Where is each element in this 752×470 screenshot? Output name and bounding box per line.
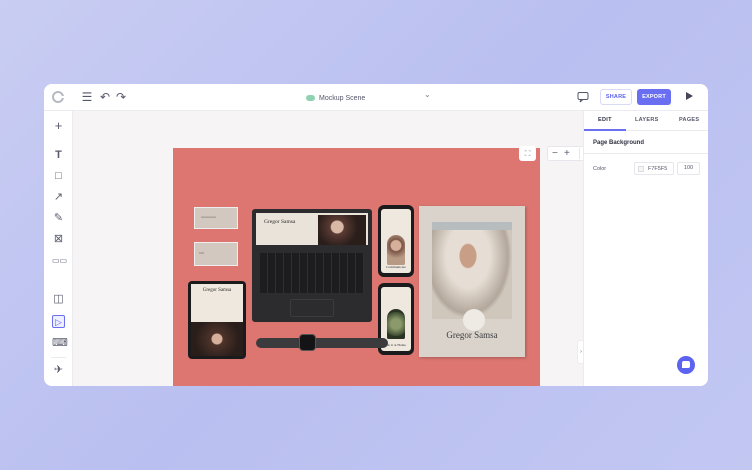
chevron-down-icon[interactable]: ⌄: [424, 90, 431, 99]
laptop-screen-photo: [318, 215, 366, 245]
laptop-screen-title: Gregor Samsa: [264, 219, 296, 225]
right-panel: EDIT LAYERS PAGES Page Background Color …: [583, 111, 708, 386]
panel-tabs: EDIT LAYERS PAGES: [584, 111, 708, 131]
business-card-front[interactable]: ═══════: [194, 207, 238, 229]
pin-icon[interactable]: ✈: [52, 364, 65, 377]
poster-title: Gregor Samsa: [446, 330, 498, 340]
laptop-mockup[interactable]: Gregor Samsa: [252, 209, 372, 322]
smartwatch-mockup[interactable]: [299, 334, 316, 351]
poster-header-bar: [432, 222, 512, 230]
redo-icon[interactable]: ↷: [114, 90, 128, 104]
grid-icon[interactable]: ▭▭: [52, 254, 67, 267]
phone-photo-1: [387, 235, 405, 265]
menu-icon[interactable]: ☰: [80, 90, 94, 104]
undo-icon[interactable]: ↶: [98, 90, 112, 104]
business-card-text: ═══════: [201, 215, 216, 219]
comment-icon[interactable]: [576, 90, 590, 104]
poster-mockup[interactable]: Gregor Samsa: [419, 206, 525, 357]
opacity-field[interactable]: 100: [677, 162, 700, 175]
zoom-out-button[interactable]: −: [552, 147, 558, 160]
keyboard-icon[interactable]: ⌨: [52, 337, 68, 350]
color-swatch[interactable]: [638, 166, 644, 172]
business-card-back[interactable]: ≡≡≡: [194, 242, 238, 266]
section-divider: [584, 153, 708, 154]
pen-icon[interactable]: ✎: [52, 212, 65, 225]
phone-mockup-1[interactable]: Communicate: [378, 205, 414, 277]
left-toolbar: + T □ ↗ ✎ ⊠ ▭▭ ◫ ▷ ⌨ ✈: [44, 111, 73, 386]
cloud-icon: [306, 95, 315, 101]
section-title: Page Background: [593, 140, 645, 146]
document-title-text: Mockup Scene: [319, 94, 366, 102]
tablet-photo: [191, 322, 243, 356]
color-label: Color: [593, 166, 607, 172]
logo-icon[interactable]: [52, 91, 64, 103]
watch-band[interactable]: [256, 338, 388, 348]
plus-icon[interactable]: +: [52, 119, 65, 132]
top-bar: ☰ ↶ ↷ Mockup Scene ⌄ SHARE EXPORT: [44, 84, 708, 111]
poster-photo: [432, 222, 512, 319]
export-button[interactable]: EXPORT: [637, 89, 671, 105]
rectangle-icon[interactable]: □: [52, 170, 65, 183]
phone-caption-1: Communicate: [386, 265, 406, 269]
arrow-icon[interactable]: ↗: [52, 191, 65, 204]
tablet-screen: Gregor Samsa: [191, 284, 243, 356]
laptop-trackpad: [290, 299, 334, 317]
active-tab-indicator: [584, 129, 626, 131]
laptop-keyboard: [260, 253, 364, 293]
toolbar-divider: [51, 357, 66, 358]
tab-pages[interactable]: PAGES: [679, 117, 699, 123]
text-icon[interactable]: T: [52, 149, 65, 162]
zoom-in-button[interactable]: +: [564, 147, 570, 160]
laptop-screen: Gregor Samsa: [256, 213, 368, 245]
document-title[interactable]: Mockup Scene: [306, 91, 436, 105]
pointer-icon[interactable]: ▷: [52, 315, 65, 328]
color-hex: F7F5F5: [648, 166, 668, 172]
chat-support-icon[interactable]: [677, 356, 695, 374]
tab-layers[interactable]: LAYERS: [635, 117, 659, 123]
phone-screen-1: Communicate: [381, 209, 411, 273]
design-page[interactable]: ═══════ ≡≡≡ Gregor Samsa Communicate Do …: [173, 148, 540, 386]
tab-edit[interactable]: EDIT: [598, 117, 612, 123]
business-card-back-text: ≡≡≡: [199, 251, 205, 255]
fit-screen-icon[interactable]: ⛶: [519, 146, 536, 161]
play-icon[interactable]: [686, 92, 693, 100]
tablet-mockup[interactable]: Gregor Samsa: [188, 281, 246, 359]
phone-photo-2: [387, 309, 405, 339]
tablet-title: Gregor Samsa: [202, 288, 232, 293]
app-window: ☰ ↶ ↷ Mockup Scene ⌄ SHARE EXPORT + T □ …: [44, 84, 708, 386]
share-button[interactable]: SHARE: [600, 89, 632, 105]
color-field[interactable]: F7F5F5: [634, 162, 674, 175]
image-icon[interactable]: ⊠: [52, 233, 65, 246]
frame-icon[interactable]: ◫: [52, 293, 65, 306]
canvas-area[interactable]: ═══════ ≡≡≡ Gregor Samsa Communicate Do …: [73, 111, 605, 386]
poster-circle: [463, 309, 485, 331]
